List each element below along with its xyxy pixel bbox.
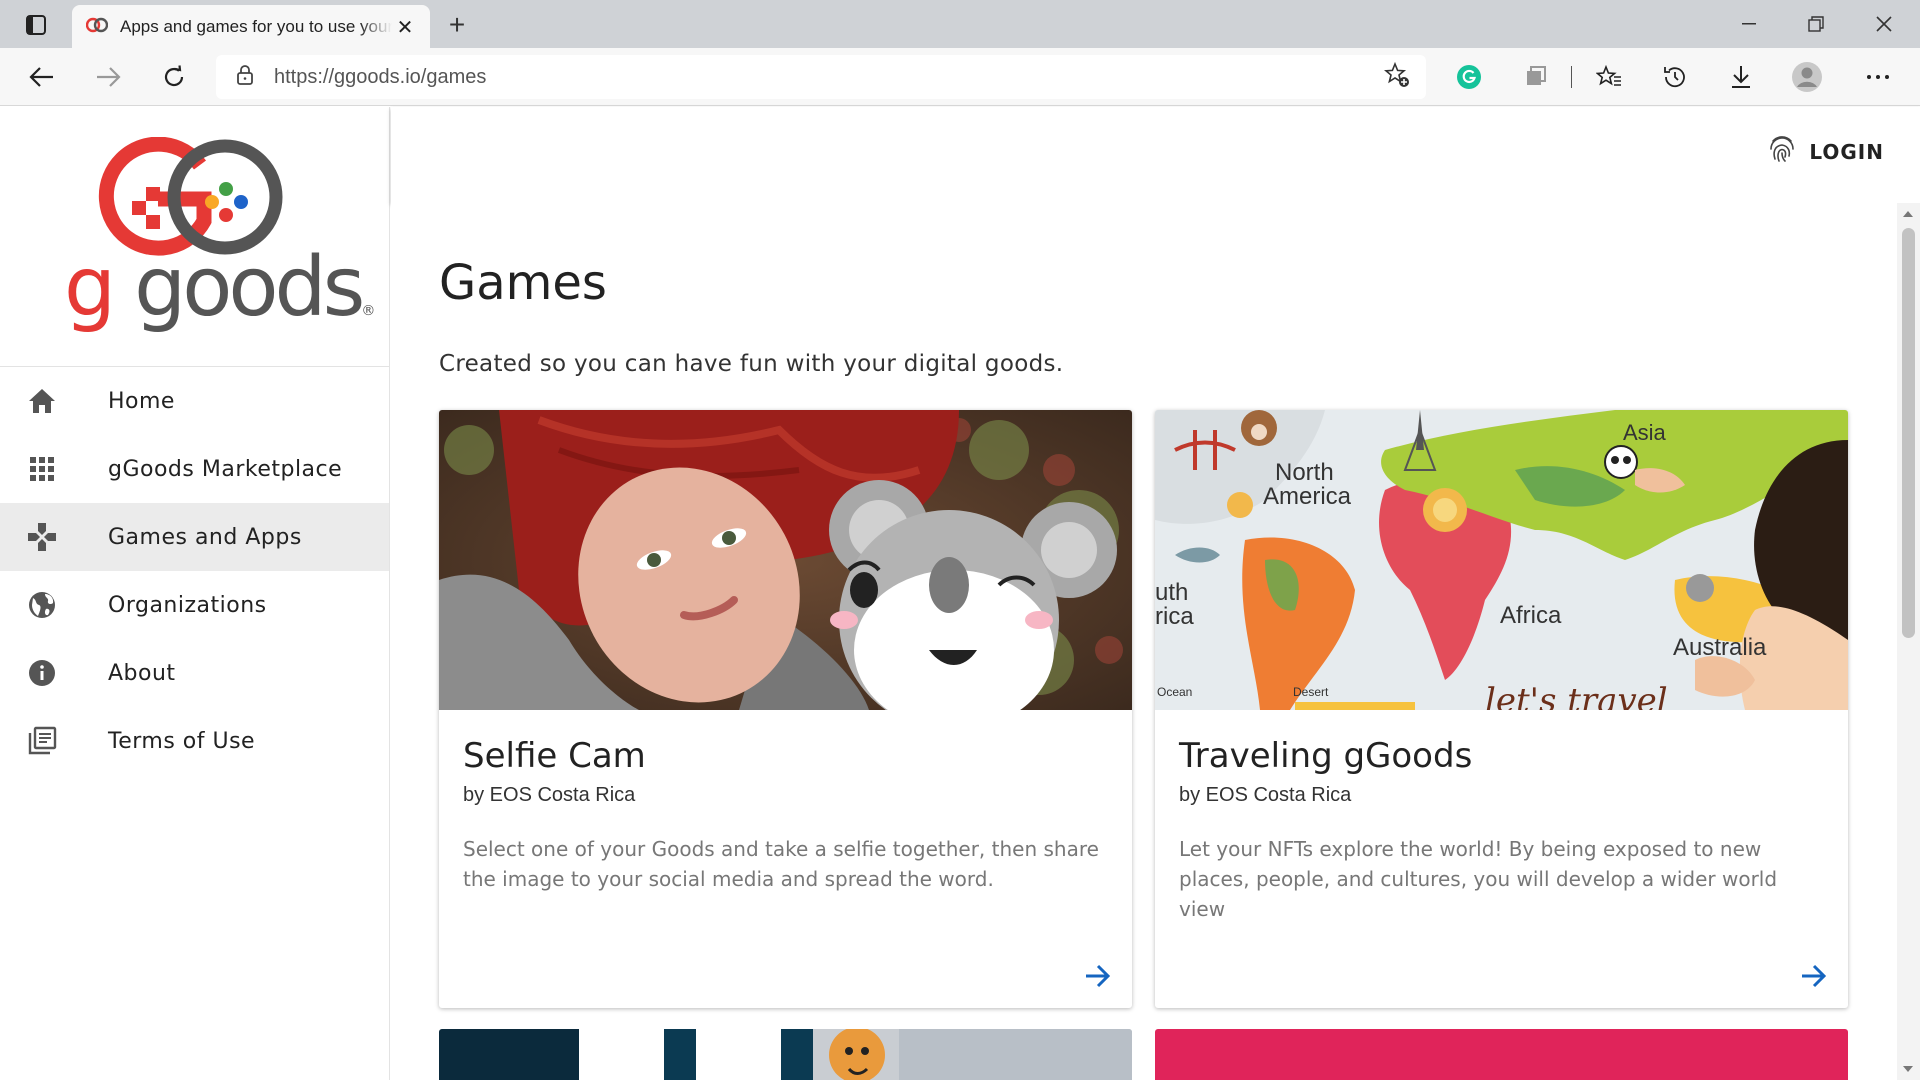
main-content: Games Created so you can have fun with y… [391, 203, 1897, 1080]
page-scrollbar[interactable] [1897, 203, 1920, 1080]
back-icon[interactable] [22, 57, 62, 97]
game-card-selfie-cam[interactable]: Selfie Cam by EOS Costa Rica Select one … [439, 410, 1132, 1008]
url-bar[interactable]: https://ggoods.io/games [216, 55, 1426, 99]
sidebar-item-label: Games and Apps [108, 524, 302, 550]
lock-icon[interactable] [236, 64, 254, 90]
fingerprint-icon [1769, 135, 1795, 168]
scroll-down-icon[interactable] [1903, 1066, 1913, 1072]
card-description: Select one of your Goods and take a self… [463, 837, 1099, 891]
sidebar-item-organizations[interactable]: Organizations [0, 571, 389, 639]
history-icon[interactable] [1659, 61, 1691, 93]
sidebar-nav: Home gGoods Marketplace Games and Apps O… [0, 367, 389, 775]
game-card-partial-3[interactable] [439, 1029, 1132, 1080]
sidebar-item-label: Terms of Use [108, 728, 256, 754]
more-icon[interactable] [1862, 61, 1894, 93]
traveling-ggoods-image: North America uth rica Africa Asia Austr… [1155, 410, 1848, 710]
downloads-icon[interactable] [1725, 61, 1757, 93]
url-text[interactable]: https://ggoods.io/games [274, 66, 486, 89]
sidebar-item-label: Home [108, 388, 175, 414]
home-icon [24, 383, 60, 419]
map-label-south-america-line1: uth [1155, 579, 1188, 606]
library-books-icon [24, 723, 60, 759]
info-icon [24, 655, 60, 691]
game-card-partial-4[interactable] [1155, 1029, 1848, 1080]
restore-icon[interactable] [1783, 0, 1849, 48]
browser-toolbar: https://ggoods.io/games [0, 48, 1920, 106]
logo-wordmark: g goods® [64, 240, 376, 335]
map-label-africa: Africa [1500, 602, 1562, 629]
sidebar-item-games-and-apps[interactable]: Games and Apps [0, 503, 389, 571]
ggoods-logo[interactable]: g goods® [0, 107, 389, 367]
map-label-north-america-line2: America [1263, 483, 1352, 510]
browser-tab-bar: Apps and games for you to use your Goods… [0, 0, 1920, 48]
map-label-asia: Asia [1623, 420, 1667, 445]
game-card-traveling-ggoods[interactable]: North America uth rica Africa Asia Austr… [1155, 410, 1848, 1008]
sidebar-item-home[interactable]: Home [0, 367, 389, 435]
favorites-icon[interactable] [1593, 61, 1625, 93]
scroll-up-icon[interactable] [1903, 211, 1913, 217]
login-button[interactable]: LOGIN [1769, 135, 1884, 168]
map-banner-lets-travel: let's travel [1485, 681, 1668, 710]
globe-icon [24, 587, 60, 623]
ggoods-logo-mark-icon [98, 137, 283, 256]
toolbar-divider [1571, 66, 1572, 88]
sidebar-item-label: Organizations [108, 592, 267, 618]
sidebar-item-about[interactable]: About [0, 639, 389, 707]
login-label: LOGIN [1809, 139, 1884, 164]
tab-close-icon[interactable]: ✕ [394, 15, 416, 39]
card-author: by EOS Costa Rica [463, 784, 636, 806]
map-label-australia: Australia [1673, 634, 1767, 661]
new-tab-icon[interactable]: + [440, 8, 474, 42]
app-header: LOGIN [391, 107, 1920, 203]
sidebar-item-marketplace[interactable]: gGoods Marketplace [0, 435, 389, 503]
map-label-ocean: Ocean [1157, 685, 1192, 699]
sidebar-item-terms-of-use[interactable]: Terms of Use [0, 707, 389, 775]
map-label-south-america-line2: rica [1155, 603, 1194, 630]
map-label-desert: Desert [1293, 685, 1329, 699]
card-author: by EOS Costa Rica [1179, 784, 1352, 806]
sidebar: g goods® Home gGoods Marketplace Games a [0, 107, 390, 1080]
selfie-cam-image [439, 410, 1132, 710]
profile-icon[interactable] [1791, 61, 1823, 93]
add-favorite-icon[interactable] [1383, 61, 1410, 92]
forward-icon[interactable] [88, 57, 128, 97]
browser-tab-active[interactable]: Apps and games for you to use your Goods… [72, 5, 430, 48]
apps-grid-icon [24, 451, 60, 487]
gamepad-icon [24, 519, 60, 555]
arrow-forward-icon[interactable] [1796, 958, 1832, 994]
map-label-north-america-line1: North [1275, 459, 1334, 486]
page-subtitle: Created so you can have fun with your di… [439, 351, 1064, 377]
tab-actions-icon[interactable] [16, 10, 56, 40]
extensions-icon[interactable] [1519, 61, 1551, 93]
close-window-icon[interactable] [1851, 0, 1917, 48]
card-description: Let your NFTs explore the world! By bein… [1179, 837, 1778, 921]
card-title: Traveling gGoods [1179, 736, 1473, 776]
sidebar-item-label: About [108, 660, 176, 686]
arrow-forward-icon[interactable] [1080, 958, 1116, 994]
card-title: Selfie Cam [463, 736, 646, 776]
refresh-icon[interactable] [154, 57, 194, 97]
grammarly-icon[interactable] [1453, 61, 1485, 93]
scroll-thumb[interactable] [1902, 228, 1915, 638]
sidebar-item-label: gGoods Marketplace [108, 456, 343, 482]
ggoods-favicon-icon [85, 16, 109, 38]
minimize-icon[interactable] [1716, 0, 1782, 48]
tab-title: Apps and games for you to use your Goods [120, 16, 392, 36]
page-title: Games [439, 255, 607, 311]
